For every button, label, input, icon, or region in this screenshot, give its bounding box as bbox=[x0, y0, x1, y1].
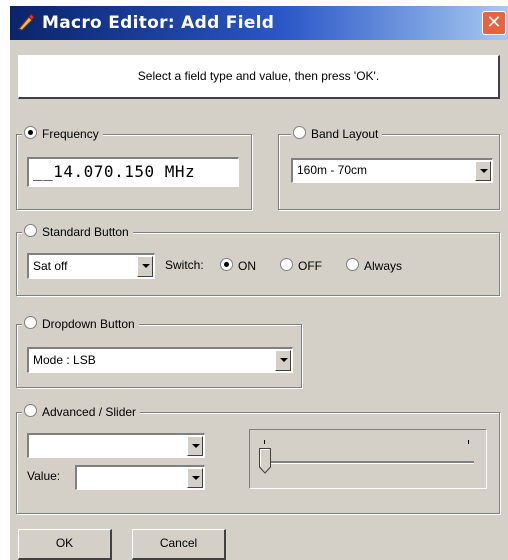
chevron-down-icon[interactable] bbox=[275, 350, 291, 371]
switch-label: Switch: bbox=[165, 258, 204, 272]
dropdown-button-value: Mode : LSB bbox=[33, 353, 96, 367]
switch-always-label: Always bbox=[364, 259, 403, 273]
frequency-group: Frequency __14.070.150 MHz bbox=[16, 126, 252, 210]
switch-always-option[interactable]: Always bbox=[346, 258, 402, 273]
chevron-down-icon[interactable] bbox=[187, 436, 203, 456]
advanced-slider-radio[interactable]: Advanced / Slider bbox=[22, 404, 141, 420]
band-layout-select[interactable]: 160m - 70cm bbox=[291, 158, 493, 183]
band-layout-value: 160m - 70cm bbox=[297, 163, 368, 177]
slider-thumb[interactable] bbox=[259, 448, 271, 474]
slider-max-tick bbox=[468, 440, 469, 444]
switch-always-radio[interactable] bbox=[346, 258, 359, 271]
band-layout-label: Band Layout bbox=[311, 127, 379, 141]
standard-button-label: Standard Button bbox=[42, 225, 129, 239]
dropdown-button-label: Dropdown Button bbox=[42, 317, 135, 331]
standard-button-radio-button[interactable] bbox=[24, 224, 37, 237]
window-title: Macro Editor: Add Field bbox=[42, 13, 275, 33]
chevron-down-icon[interactable] bbox=[137, 256, 153, 277]
switch-off-option[interactable]: OFF bbox=[280, 258, 322, 273]
advanced-slider-group: Advanced / Slider Value: bbox=[16, 404, 500, 514]
close-button[interactable]: ✕ bbox=[482, 11, 506, 35]
slider-panel bbox=[249, 429, 487, 489]
value-label: Value: bbox=[27, 469, 61, 483]
dropdown-button-select[interactable]: Mode : LSB bbox=[27, 347, 293, 373]
ok-button[interactable]: OK bbox=[18, 529, 112, 560]
switch-off-label: OFF bbox=[298, 259, 322, 273]
advanced-slider-radio-button[interactable] bbox=[24, 404, 37, 417]
dropdown-button-group: Dropdown Button Mode : LSB bbox=[16, 316, 302, 388]
switch-on-label: ON bbox=[238, 259, 256, 273]
band-layout-radio-button[interactable] bbox=[293, 126, 306, 139]
macro-editor-dialog: Macro Editor: Add Field ✕ Select a field… bbox=[10, 6, 508, 560]
band-layout-group: Band Layout 160m - 70cm bbox=[278, 126, 500, 210]
advanced-select[interactable] bbox=[27, 433, 205, 458]
cancel-button[interactable]: Cancel bbox=[132, 529, 226, 560]
switch-on-option[interactable]: ON bbox=[220, 258, 256, 273]
slider-min-tick bbox=[264, 440, 265, 444]
slider-track bbox=[260, 461, 474, 464]
title-bar[interactable]: Macro Editor: Add Field ✕ bbox=[10, 6, 508, 40]
close-icon: ✕ bbox=[486, 12, 502, 33]
standard-button-select[interactable]: Sat off bbox=[27, 253, 155, 279]
value-select[interactable] bbox=[75, 465, 205, 490]
instruction-text: Select a field type and value, then pres… bbox=[18, 55, 500, 99]
frequency-input[interactable]: __14.070.150 MHz bbox=[27, 157, 239, 187]
dropdown-button-radio-button[interactable] bbox=[24, 316, 37, 329]
band-layout-radio[interactable]: Band Layout bbox=[291, 126, 383, 142]
frequency-value: __14.070.150 MHz bbox=[33, 162, 196, 181]
switch-off-radio[interactable] bbox=[280, 258, 293, 271]
dropdown-button-radio[interactable]: Dropdown Button bbox=[22, 316, 139, 332]
standard-button-value: Sat off bbox=[33, 259, 68, 273]
switch-on-radio[interactable] bbox=[220, 258, 233, 271]
chevron-down-icon[interactable] bbox=[475, 161, 491, 181]
wrench-pencil-icon bbox=[18, 13, 35, 31]
standard-button-radio[interactable]: Standard Button bbox=[22, 224, 133, 240]
frequency-radio-button[interactable] bbox=[24, 126, 37, 139]
chevron-down-icon[interactable] bbox=[187, 468, 203, 488]
frequency-label: Frequency bbox=[42, 127, 99, 141]
standard-button-group: Standard Button Sat off Switch: ON OFF A… bbox=[16, 224, 500, 296]
advanced-slider-label: Advanced / Slider bbox=[42, 405, 137, 419]
frequency-radio[interactable]: Frequency bbox=[22, 126, 103, 142]
